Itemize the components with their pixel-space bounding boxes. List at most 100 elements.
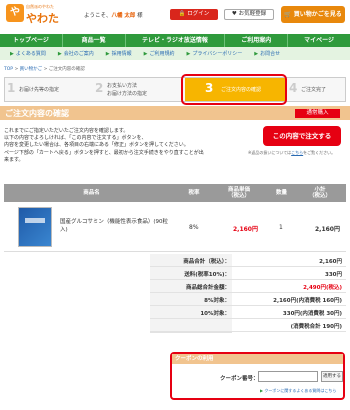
subnav-item-terms-label: ご利用規約 bbox=[149, 51, 175, 57]
coupon-panel: クーポンの利用 クーポン番号： 適用する ▶ クーポンに関するよくある質問はこち… bbox=[170, 352, 345, 400]
step-label: お支払い方法 bbox=[107, 83, 138, 89]
main-nav: トップページ 商品一覧 テレビ・ラジオ放送情報 ご利用案内 マイページ bbox=[0, 34, 350, 47]
arrow-icon: ▶ bbox=[57, 51, 62, 57]
arrow-icon: ▶ bbox=[10, 51, 14, 57]
summary-rate10: 10%対象： 330円(内消費税 30円) bbox=[150, 306, 346, 319]
step-2: 2 お支払い方法 お届け方法の指定 bbox=[93, 78, 185, 101]
confirm-order-button[interactable]: この内容で注文する bbox=[263, 126, 341, 146]
col-header-subtotal-line2: （税込） bbox=[308, 193, 331, 199]
view-cart-button[interactable]: 🛒 買い物かごを見る bbox=[281, 6, 345, 23]
step-number: 2 bbox=[95, 81, 104, 95]
purchase-type-badge: 通常購入 bbox=[295, 109, 340, 118]
col-header-subtotal: 小計 （税込） bbox=[294, 184, 346, 202]
returns-note: ※返品の扱いについてはこちらをご覧ください。 bbox=[248, 150, 335, 156]
sub-nav: ▶ よくある質問 ▶ 会社のご案内 ▶ 採用情報 ▶ ご利用規約 ▶ プライバシーポリシー… bbox=[0, 47, 350, 60]
summary-value: 330円 bbox=[325, 272, 342, 278]
nav-item-top[interactable]: トップページ bbox=[0, 34, 63, 47]
step-number: 4 bbox=[289, 81, 298, 95]
summary-value: 2,160円(内消費税 160円) bbox=[273, 298, 342, 304]
summary-shipping: 送料(税率10%)： 330円 bbox=[150, 267, 346, 280]
product-quantity: 1 bbox=[279, 224, 283, 231]
login-label: ログイン bbox=[187, 11, 210, 17]
user-name: 八幡 太郎 bbox=[111, 13, 136, 19]
arrow-icon: ▶ bbox=[186, 51, 191, 57]
step-label: ご注文完了 bbox=[301, 87, 327, 93]
current-step-highlight bbox=[181, 74, 287, 105]
logo-name: やわた bbox=[26, 12, 59, 25]
product-image[interactable] bbox=[18, 207, 52, 247]
intro-text: これまでにご指定いただいたご注文内容を確認します。 以下の内容でよろしければ、「… bbox=[4, 128, 204, 164]
subnav-item-faq[interactable]: ▶ よくある質問 bbox=[10, 50, 46, 57]
checkout-steps: 1 お届け先等の指定 2 お支払い方法 お届け方法の指定 3 ご注文内容の確認 … bbox=[4, 77, 346, 102]
breadcrumb: TOP > 買い物かご > ご注文内容の確認 bbox=[4, 66, 85, 72]
subnav-item-contact-label: お問合せ bbox=[260, 51, 281, 57]
summary-value: 2,490円(税込) bbox=[303, 285, 342, 291]
nav-item-products[interactable]: 商品一覧 bbox=[63, 34, 126, 47]
welcome-suffix: 様 bbox=[135, 13, 143, 19]
intro-line: 来ます。 bbox=[4, 156, 24, 163]
apply-coupon-button[interactable]: 適用する bbox=[321, 371, 343, 382]
product-unit-price: 2,160円 bbox=[233, 226, 258, 233]
subnav-item-contact[interactable]: ▶ お問合せ bbox=[254, 50, 280, 57]
summary-grand-total: 商品総合計金額： 2,490円(税込) bbox=[150, 280, 346, 293]
subnav-item-recruit-label: 採用情報 bbox=[111, 51, 132, 57]
subnav-item-terms[interactable]: ▶ ご利用規約 bbox=[144, 50, 175, 57]
subnav-item-recruit[interactable]: ▶ 採用情報 bbox=[106, 50, 132, 57]
intro-line: ページ下部の「カートへ戻る」ボタンを押すと、最初から注文手続きをやり直すことが出 bbox=[4, 149, 204, 156]
product-subtotal: 2,160円 bbox=[315, 226, 340, 233]
table-row: 国産グルコサミン（機能性表示食品）(90粒入) 8% 2,160円 1 2,16… bbox=[4, 202, 346, 252]
summary-label: 送料(税率10%)： bbox=[184, 272, 230, 278]
breadcrumb-sep: > bbox=[42, 67, 49, 72]
summary-label: 8%対象： bbox=[204, 298, 230, 304]
breadcrumb-home[interactable]: TOP bbox=[4, 67, 13, 72]
nav-item-tv-radio[interactable]: テレビ・ラジオ放送情報 bbox=[126, 34, 226, 47]
page-title: ご注文内容の確認 bbox=[5, 109, 69, 118]
arrow-icon: ▶ bbox=[105, 51, 110, 57]
summary-value: (消費税合計 190円) bbox=[290, 324, 342, 330]
summary-rate8: 8%対象： 2,160円(内消費税 160円) bbox=[150, 293, 346, 306]
summary-label: 10%対象： bbox=[200, 311, 230, 317]
site-header: や 自然派のやわた やわた ようこそ、八幡 太郎 様 🔒 ログイン ♥ お気軽登… bbox=[0, 0, 350, 30]
login-button[interactable]: 🔒 ログイン bbox=[170, 9, 218, 20]
col-header-name: 商品名 bbox=[83, 189, 100, 196]
col-header-price-line2: （税込） bbox=[227, 193, 250, 199]
cart-label: 買い物かごを見る bbox=[293, 11, 342, 18]
cart-icon: 🛒 bbox=[284, 11, 292, 18]
step-4: 4 ご注文完了 bbox=[287, 78, 345, 101]
col-header-price: 商品単価 （税込） bbox=[209, 184, 269, 202]
step-label: お届け先等の指定 bbox=[19, 87, 60, 93]
summary-tax-total: (消費税合計 190円) bbox=[150, 319, 346, 332]
coupon-input[interactable] bbox=[258, 371, 318, 382]
intro-line: 内容を変更したい場合は、各項目の右端にある「修正」ボタンを押してください。 bbox=[4, 142, 189, 149]
summary-label: 商品総合計金額： bbox=[185, 285, 230, 291]
returns-link[interactable]: こちら bbox=[291, 150, 303, 155]
summary-product-total: 商品合計（税込）： 2,160円 bbox=[150, 254, 346, 267]
nav-item-guide[interactable]: ご利用案内 bbox=[225, 34, 289, 47]
col-header-rate: 税率 bbox=[188, 189, 200, 196]
subnav-item-faq-label: よくある質問 bbox=[15, 51, 46, 57]
step-number: 1 bbox=[7, 81, 16, 95]
favorites-button[interactable]: ♥ お気軽登録 bbox=[224, 9, 274, 20]
breadcrumb-cart[interactable]: 買い物かご bbox=[20, 67, 43, 72]
subnav-item-company[interactable]: ▶ 会社のご案内 bbox=[58, 50, 94, 57]
summary-label: 商品合計（税込）： bbox=[183, 259, 230, 265]
summary-value: 2,160円 bbox=[319, 259, 342, 265]
product-tax-rate: 8% bbox=[189, 224, 199, 231]
subnav-item-privacy-label: プライバシーポリシー bbox=[192, 51, 243, 57]
favorites-label: お気軽登録 bbox=[238, 11, 267, 17]
logo-mark: や bbox=[6, 4, 24, 22]
step-1: 1 お届け先等の指定 bbox=[5, 78, 93, 101]
subnav-item-privacy[interactable]: ▶ プライバシーポリシー bbox=[187, 50, 243, 57]
coupon-faq-label: クーポンに関するよくある質問はこちら bbox=[264, 388, 337, 393]
nav-item-mypage[interactable]: マイページ bbox=[288, 34, 350, 47]
step-sublabel: お届け方法の指定 bbox=[107, 91, 148, 97]
returns-note-suffix: をご覧ください。 bbox=[303, 150, 336, 155]
coupon-heading: クーポンの利用 bbox=[172, 354, 343, 364]
col-header-qty: 数量 bbox=[275, 189, 287, 196]
product-name[interactable]: 国産グルコサミン（機能性表示食品）(90粒入) bbox=[60, 218, 170, 234]
coupon-faq-link[interactable]: ▶ クーポンに関するよくある質問はこちら bbox=[260, 388, 336, 394]
welcome-prefix: ようこそ、 bbox=[84, 13, 112, 19]
subnav-item-company-label: 会社のご案内 bbox=[63, 51, 94, 57]
arrow-icon: ▶ bbox=[254, 51, 259, 57]
logo[interactable]: や 自然派のやわた やわた bbox=[6, 4, 66, 28]
